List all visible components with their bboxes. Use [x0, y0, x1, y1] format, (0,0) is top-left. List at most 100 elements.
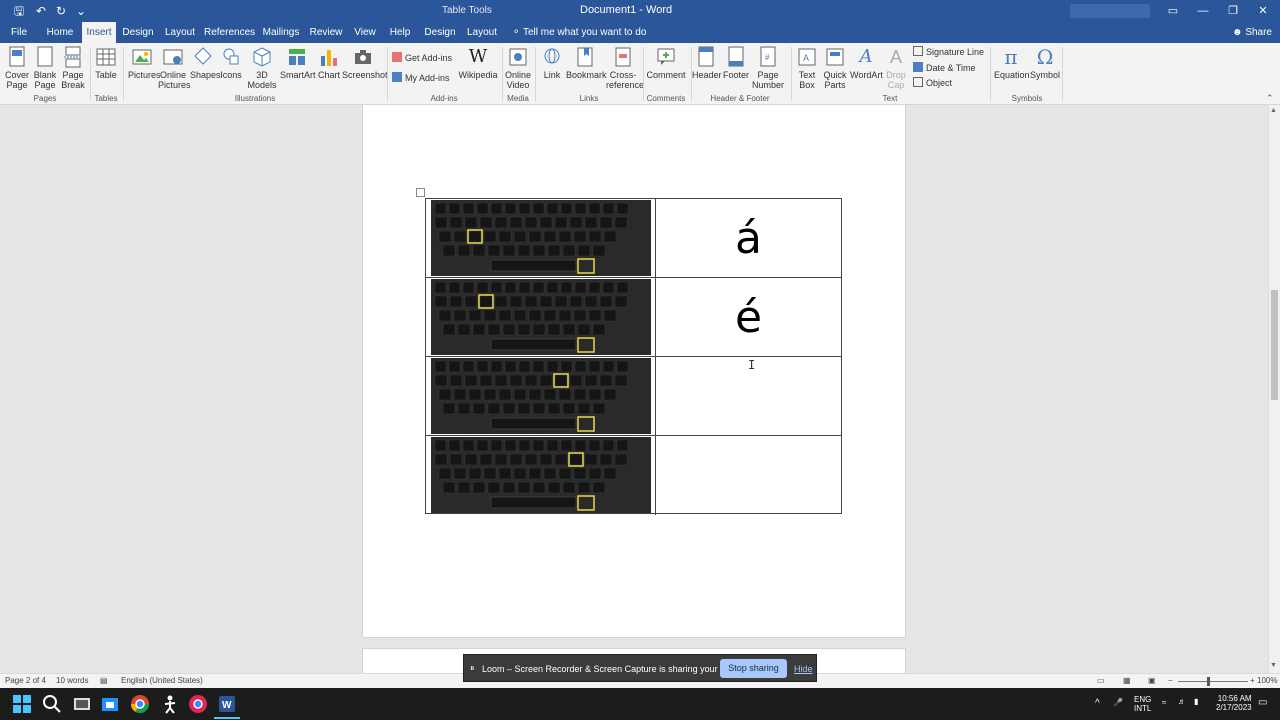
keyboard-image[interactable] [431, 279, 651, 355]
chrome-icon[interactable] [130, 694, 150, 714]
redo-icon[interactable]: ↻ [52, 3, 70, 19]
ribbon-display-options-icon[interactable]: ▭ [1158, 0, 1188, 22]
shapes-button[interactable]: Shapes [190, 46, 221, 92]
cover-page-button[interactable]: Cover Page [4, 46, 30, 92]
icons-button[interactable]: Icons [218, 46, 244, 92]
screenshot-button[interactable]: Screenshot [342, 46, 388, 92]
footer-button[interactable]: Footer [722, 46, 750, 92]
accented-character-cell[interactable] [656, 436, 841, 515]
language-indicator[interactable]: ENG INTL [1134, 695, 1151, 713]
read-mode-icon[interactable]: ▭ [1097, 676, 1105, 685]
microphone-icon[interactable]: 🎤 [1113, 698, 1123, 707]
save-icon[interactable]: 🖫 [10, 3, 28, 19]
figure-app-icon[interactable] [160, 694, 180, 714]
scroll-up-icon[interactable]: ▲ [1270, 107, 1277, 114]
drop-cap-button[interactable]: A Drop Cap [884, 46, 908, 92]
header-button[interactable]: Header [692, 46, 722, 92]
tab-insert[interactable]: Insert [82, 22, 116, 43]
battery-icon[interactable]: ▮ [1194, 697, 1198, 706]
keyboard-image[interactable] [431, 200, 651, 276]
page-number-button[interactable]: # Page Number [750, 46, 786, 92]
equation-button[interactable]: π Equation [994, 46, 1030, 92]
print-layout-icon[interactable]: ▦ [1123, 676, 1131, 685]
undo-icon[interactable]: ↶ [32, 3, 50, 19]
table-row[interactable]: é [426, 278, 841, 357]
date-time-button[interactable]: Date & Time [913, 61, 976, 75]
close-button[interactable]: ✕ [1248, 0, 1278, 22]
minimize-button[interactable]: — [1188, 0, 1218, 22]
file-explorer-icon[interactable] [100, 694, 120, 714]
zoom-slider[interactable] [1178, 681, 1248, 682]
tab-design[interactable]: Design [120, 22, 156, 43]
3d-models-button[interactable]: 3D Models [246, 46, 278, 92]
wordart-button[interactable]: A WordArt [850, 46, 883, 92]
search-icon[interactable] [42, 694, 62, 714]
wikipedia-button[interactable]: W Wikipedia [458, 46, 498, 92]
tab-mailings[interactable]: Mailings [260, 22, 302, 43]
word-app-icon[interactable]: W [217, 694, 237, 714]
word-count[interactable]: 10 words [56, 676, 88, 685]
tray-overflow-icon[interactable]: ^ [1095, 698, 1100, 709]
scroll-down-icon[interactable]: ▼ [1270, 662, 1277, 669]
cross-reference-button[interactable]: Cross- reference [606, 46, 644, 92]
zoom-out-button[interactable]: − [1168, 676, 1173, 685]
stop-sharing-button[interactable]: Stop sharing [720, 659, 787, 678]
chart-button[interactable]: Chart [316, 46, 342, 92]
get-addins-button[interactable]: Get Add-ins [392, 51, 452, 65]
windows-start-icon[interactable] [12, 694, 32, 714]
symbol-button[interactable]: Ω Symbol [1030, 46, 1060, 92]
object-button[interactable]: Object [913, 76, 952, 90]
clock[interactable]: 10:56 AM 2/17/2023 [1216, 694, 1252, 712]
language[interactable]: English (United States) [121, 676, 203, 685]
table-row[interactable] [426, 357, 841, 436]
online-pictures-button[interactable]: Online Pictures [158, 46, 191, 92]
online-video-button[interactable]: Online Video [504, 46, 532, 92]
signature-line-button[interactable]: Signature Line [913, 45, 984, 59]
scrollbar-thumb[interactable] [1271, 290, 1278, 400]
tab-table-layout[interactable]: Layout [464, 22, 500, 43]
share-button[interactable]: ☻ Share [1232, 22, 1272, 43]
customize-quick-access-icon[interactable]: ⌄ [72, 3, 90, 19]
tab-layout[interactable]: Layout [162, 22, 198, 43]
page-count[interactable]: Page 2 of 4 [5, 676, 46, 685]
account-name[interactable] [1070, 4, 1150, 18]
blank-page-button[interactable]: Blank Page [32, 46, 58, 92]
collapse-ribbon-icon[interactable]: ⌃ [1266, 93, 1274, 104]
accented-character-cell[interactable]: é [656, 278, 841, 357]
smartart-button[interactable]: SmartArt [280, 46, 316, 92]
link-button[interactable]: Link [540, 46, 564, 92]
tab-review[interactable]: Review [308, 22, 344, 43]
proofing-icon[interactable]: ▤ [100, 676, 108, 685]
bookmark-button[interactable]: Bookmark [566, 46, 607, 92]
web-layout-icon[interactable]: ▣ [1148, 676, 1156, 685]
tab-file[interactable]: File [4, 22, 34, 43]
table-row[interactable] [426, 436, 841, 515]
zoom-level[interactable]: 100% [1257, 676, 1277, 685]
table-row[interactable]: á [426, 199, 841, 278]
chrome-profile-icon[interactable] [188, 694, 208, 714]
accented-character-cell[interactable]: á [656, 199, 841, 278]
vertical-scrollbar[interactable]: ▲ ▼ [1268, 105, 1280, 673]
task-view-icon[interactable] [72, 694, 92, 714]
my-addins-button[interactable]: My Add-ins [392, 71, 450, 85]
tab-table-design[interactable]: Design [420, 22, 460, 43]
document-area[interactable]: áé I [0, 105, 1268, 673]
notifications-icon[interactable]: ▭ [1258, 697, 1267, 708]
zoom-slider-thumb[interactable] [1207, 677, 1210, 686]
table-move-handle-icon[interactable] [416, 188, 425, 197]
quick-parts-button[interactable]: Quick Parts [822, 46, 848, 92]
tab-help[interactable]: Help [386, 22, 414, 43]
tab-references[interactable]: References [204, 22, 255, 43]
table-button[interactable]: Table [94, 46, 118, 92]
tab-view[interactable]: View [350, 22, 380, 43]
document-table[interactable]: áé [425, 198, 842, 515]
zoom-in-button[interactable]: + [1250, 676, 1255, 685]
hide-link[interactable]: Hide [794, 664, 813, 674]
restore-button[interactable]: ❐ [1218, 0, 1248, 22]
tell-me-search[interactable]: ⚬ Tell me what you want to do [512, 22, 646, 43]
comment-button[interactable]: Comment [646, 46, 686, 92]
text-box-button[interactable]: A Text Box [794, 46, 820, 92]
tab-home[interactable]: Home [42, 22, 78, 43]
page-break-button[interactable]: Page Break [60, 46, 86, 92]
keyboard-image[interactable] [431, 437, 651, 513]
